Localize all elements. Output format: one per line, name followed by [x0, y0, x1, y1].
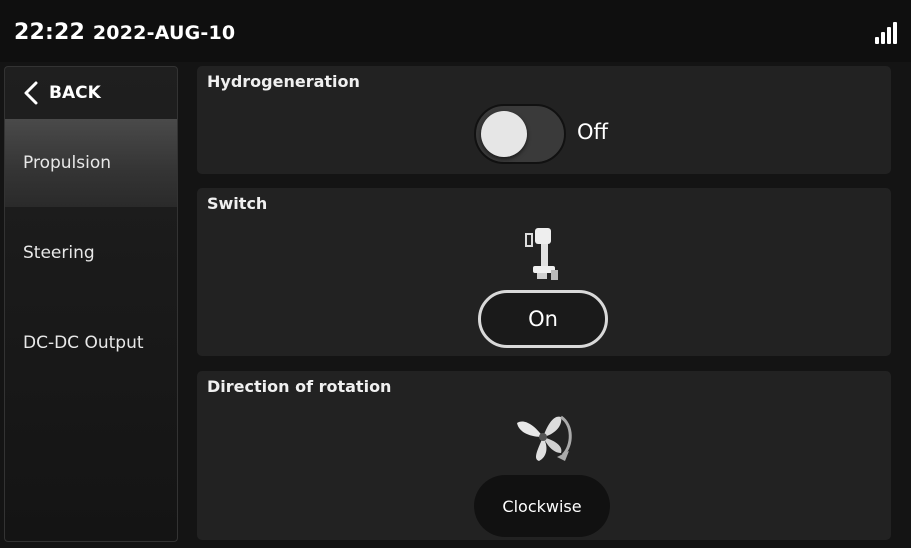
signal-bars-icon — [875, 22, 899, 44]
hydrogeneration-toggle[interactable] — [474, 104, 566, 164]
clock: 22:22 2022-AUG-10 — [14, 20, 235, 45]
rotation-panel: Direction of rotation Clockwise — [197, 371, 891, 540]
rotation-clockwise-button[interactable]: Clockwise — [474, 475, 610, 537]
hydrogeneration-state: Off — [577, 120, 608, 144]
rotation-title: Direction of rotation — [207, 377, 392, 396]
hydrogeneration-panel: Hydrogeneration Off — [197, 66, 891, 174]
switch-panel: Switch On — [197, 188, 891, 356]
propeller-rotation-icon — [517, 415, 572, 461]
sidebar-item-label: Propulsion — [23, 153, 112, 173]
switch-on-button[interactable]: On — [478, 290, 608, 348]
status-bar: 22:22 2022-AUG-10 — [0, 0, 911, 62]
back-button[interactable]: BACK — [5, 67, 177, 119]
toggle-knob — [481, 111, 527, 157]
chevron-left-icon — [24, 81, 38, 105]
time-text: 22:22 — [14, 20, 86, 45]
hydrogeneration-title: Hydrogeneration — [207, 72, 360, 91]
sidebar: BACK Propulsion Steering DC-DC Output — [4, 66, 178, 542]
outboard-motor-icon — [525, 228, 558, 280]
sidebar-item-dc-dc-output[interactable]: DC-DC Output — [5, 299, 177, 387]
switch-title: Switch — [207, 194, 268, 213]
sidebar-item-label: Steering — [23, 243, 95, 263]
date-text: 2022-AUG-10 — [92, 22, 236, 44]
back-label: BACK — [49, 83, 101, 103]
sidebar-item-propulsion[interactable]: Propulsion — [5, 119, 177, 207]
sidebar-item-steering[interactable]: Steering — [5, 209, 177, 297]
sidebar-item-label: DC-DC Output — [23, 333, 144, 353]
